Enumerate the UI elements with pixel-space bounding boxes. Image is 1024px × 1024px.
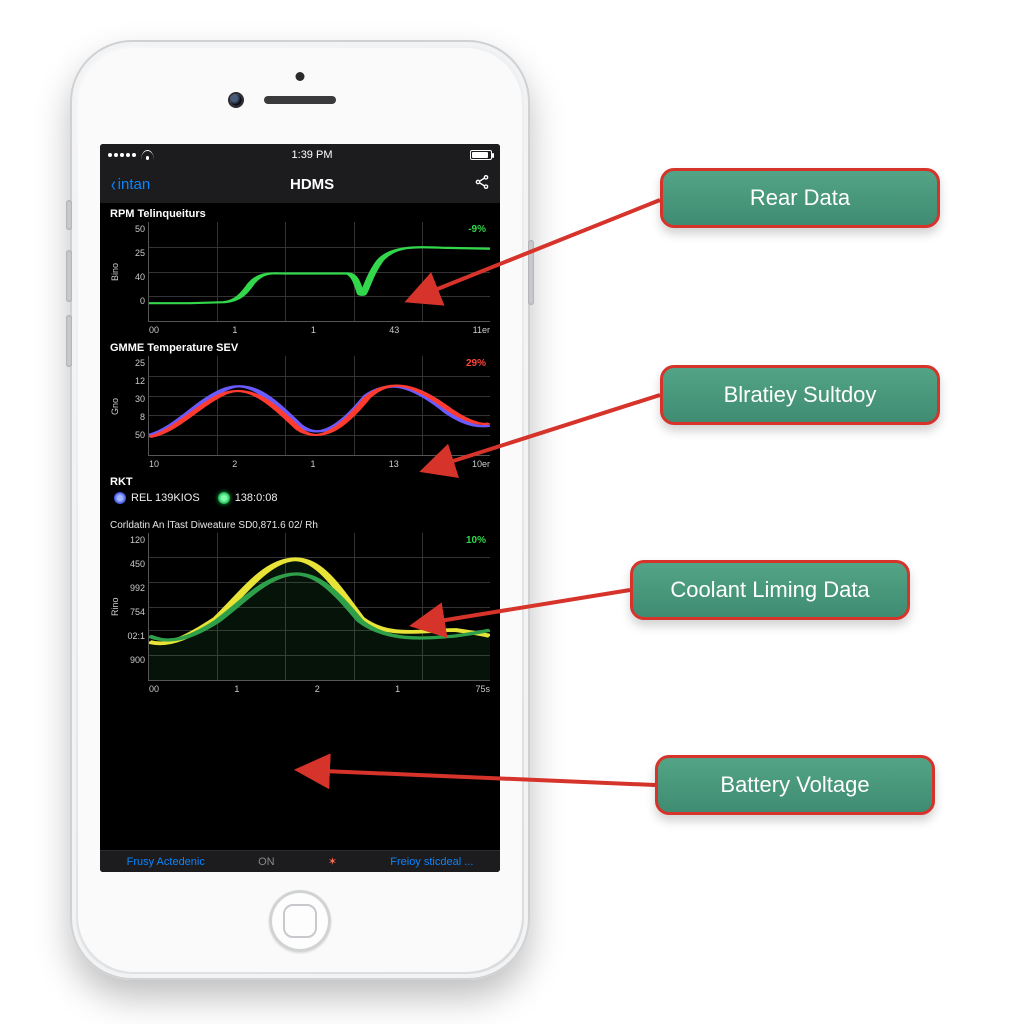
power-button[interactable] — [528, 240, 534, 305]
bullet-icon — [218, 492, 230, 504]
y-axis-label: Gno — [110, 356, 124, 456]
battery-icon — [470, 150, 492, 160]
line-chart-icon — [149, 356, 490, 455]
screen: 1:39 PM ‹ intan HDMS — [100, 144, 500, 872]
chart-subtitle: Corldatin An lTast Diweature SD0,871.6 0… — [110, 520, 490, 531]
chart-panel-coolant: Corldatin An lTast Diweature SD0,871.6 0… — [100, 512, 500, 683]
bottom-tab-bar: Frusy Actedenic ON ✶ Freioy sticdeal ... — [100, 850, 500, 872]
chart-plot[interactable]: 10% 00 1 2 — [148, 533, 490, 681]
proximity-sensor-icon — [296, 72, 305, 81]
y-axis-label: Bino — [110, 222, 124, 322]
x-ticks: 10 2 1 13 10er — [149, 459, 490, 469]
wifi-icon — [141, 150, 154, 160]
front-camera-icon — [230, 94, 242, 106]
volume-down[interactable] — [66, 315, 72, 367]
bullet-icon — [114, 492, 126, 504]
y-ticks: 25 12 30 8 50 — [124, 356, 148, 456]
y-axis-label: Rino — [110, 533, 124, 681]
chart-panel-rpm: RPM Telinqueiturs Bino 50 25 40 0 -9% — [100, 204, 500, 324]
back-label: intan — [118, 176, 151, 193]
content-scroll[interactable]: RPM Telinqueiturs Bino 50 25 40 0 -9% — [100, 204, 500, 850]
x-ticks: 00 1 1 43 11er — [149, 325, 490, 335]
chart-title: RPM Telinqueiturs — [110, 208, 490, 220]
mute-switch[interactable] — [66, 200, 72, 230]
nav-bar: ‹ intan HDMS — [100, 166, 500, 204]
callout-coolant-liming: Coolant Liming Data — [630, 560, 910, 620]
x-ticks: 00 1 2 1 75s — [149, 684, 490, 694]
callout-rear-data: Rear Data — [660, 168, 940, 228]
tab-actedenic[interactable]: Frusy Actedenic — [127, 856, 205, 868]
chart-title: GMME Temperature SEV — [110, 342, 490, 354]
rkt-section: RKT REL 139KIOS 138:0:08 — [100, 472, 500, 512]
chart-panel-temperature: GMME Temperature SEV Gno 25 12 30 8 50 2… — [100, 338, 500, 458]
line-chart-icon — [149, 222, 490, 321]
rkt-value-stat[interactable]: 138:0:08 — [218, 492, 278, 504]
chevron-left-icon: ‹ — [111, 175, 116, 195]
volume-up[interactable] — [66, 250, 72, 302]
page-title: HDMS — [290, 176, 334, 193]
callout-blratiey: Blratiey Sultdoy — [660, 365, 940, 425]
back-button[interactable]: ‹ intan — [110, 175, 150, 195]
cell-signal-icon — [108, 153, 136, 157]
tab-sep: ON — [258, 856, 275, 868]
tab-sticdeal[interactable]: Freioy sticdeal ... — [390, 856, 473, 868]
status-time: 1:39 PM — [292, 149, 333, 161]
rkt-rel-stat[interactable]: REL 139KIOS — [114, 492, 200, 504]
chart-plot[interactable]: -9% 00 1 1 43 11er — [148, 222, 490, 322]
phone-frame: 1:39 PM ‹ intan HDMS — [70, 40, 530, 980]
y-ticks: 120 450 992 754 02:1 900 — [124, 533, 148, 681]
tab-icon: ✶ — [328, 855, 337, 868]
line-chart-icon — [149, 533, 490, 680]
section-title: RKT — [110, 476, 490, 488]
share-button[interactable] — [474, 174, 490, 195]
status-bar: 1:39 PM — [100, 144, 500, 166]
y-ticks: 50 25 40 0 — [124, 222, 148, 322]
home-button[interactable] — [269, 890, 331, 952]
chart-plot[interactable]: 29% 10 2 1 13 — [148, 356, 490, 456]
callout-battery-voltage: Battery Voltage — [655, 755, 935, 815]
phone-bezel: 1:39 PM ‹ intan HDMS — [78, 48, 522, 972]
share-icon — [474, 174, 490, 190]
earpiece-icon — [264, 96, 336, 104]
